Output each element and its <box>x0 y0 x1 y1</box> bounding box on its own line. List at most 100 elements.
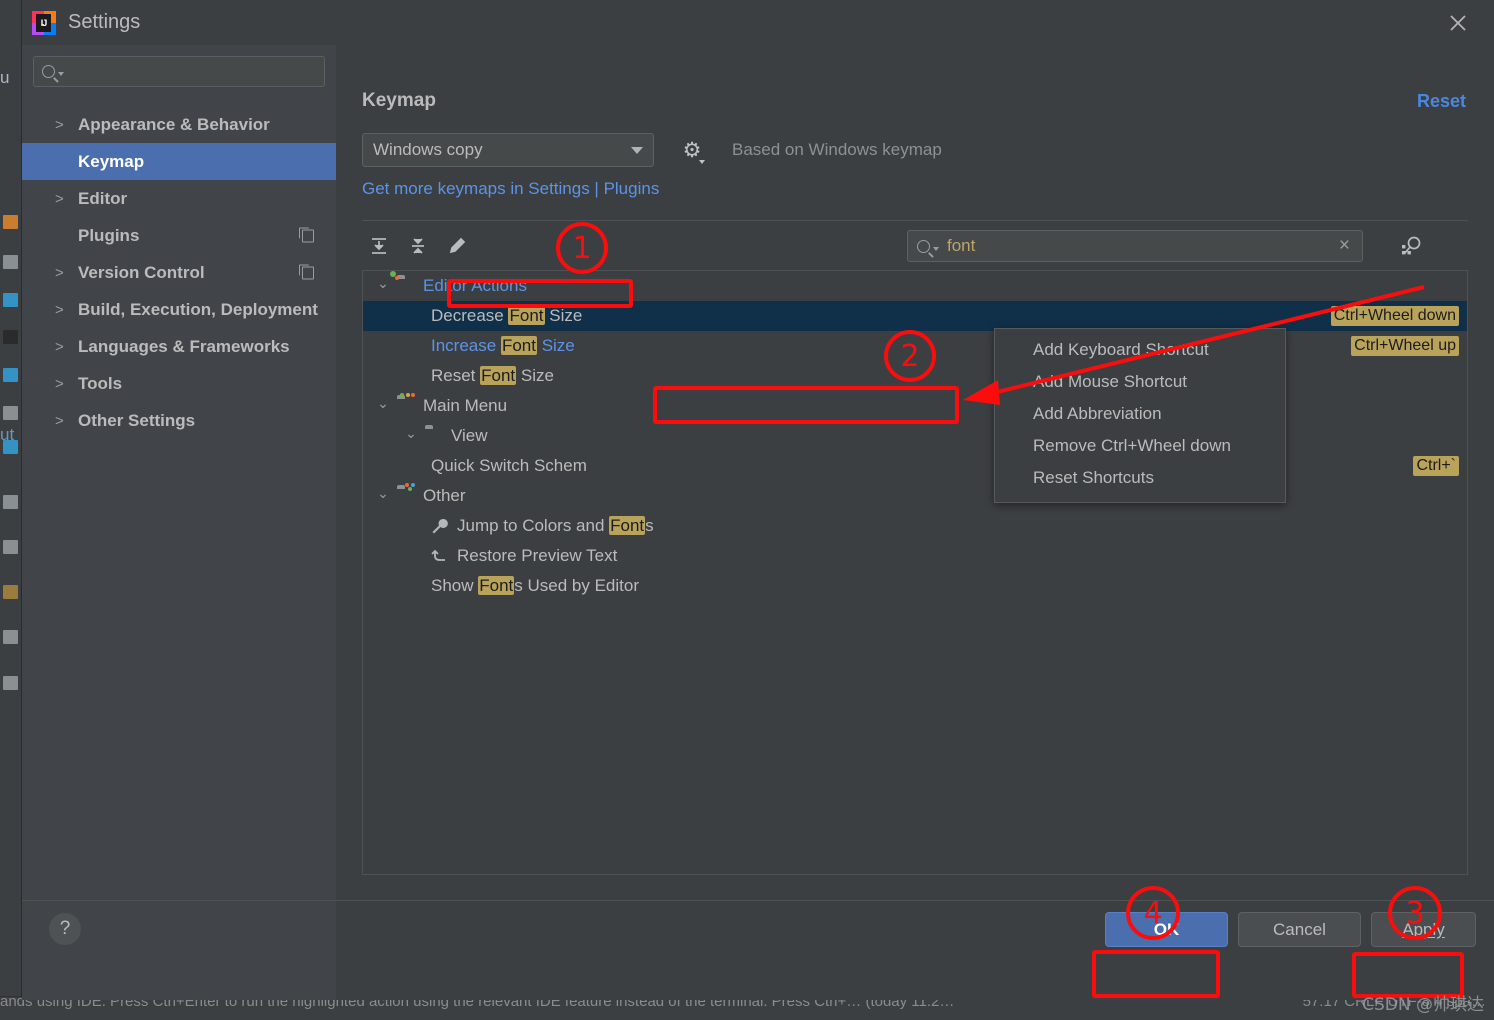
bg-chip <box>3 406 18 420</box>
chevron-down-icon[interactable]: ⌄ <box>375 395 391 412</box>
sidebar-item-label: Version Control <box>78 262 205 282</box>
sidebar-item-label: Tools <box>78 373 123 393</box>
keymap-search-box[interactable]: × <box>907 230 1363 262</box>
sidebar-item-version-control[interactable]: > Version Control <box>22 254 336 291</box>
tree-row[interactable]: Increase Font Size Ctrl+Wheel up <box>363 331 1467 361</box>
apply-label: Apply <box>1402 919 1445 939</box>
sidebar-item-tools[interactable]: > Tools <box>22 365 336 402</box>
sidebar-item-keymap[interactable]: Keymap <box>22 143 336 180</box>
tree-row[interactable]: ⌄ Main Menu <box>363 391 1467 421</box>
tree-row[interactable]: Jump to Colors and Fonts <box>363 511 1467 541</box>
shortcut-badge: Ctrl+Wheel up <box>1351 336 1459 356</box>
help-button[interactable]: ? <box>49 913 81 945</box>
main-menu-icon <box>397 393 416 414</box>
context-menu-item[interactable]: Remove Ctrl+Wheel down <box>995 430 1285 462</box>
chevron-right-icon: > <box>55 190 64 207</box>
bg-chip <box>3 495 18 509</box>
get-more-keymaps-link[interactable]: Get more keymaps in Settings | Plugins <box>362 179 659 199</box>
sidebar-item-label: Other Settings <box>78 410 196 430</box>
tree-row-label: Restore Preview Text <box>457 546 618 565</box>
keymap-settings-panel: Keymap Reset Windows copy ⚙ Based on Win… <box>336 45 1494 1000</box>
context-menu-item[interactable]: Add Keyboard Shortcut <box>995 334 1285 366</box>
background-tool-strip <box>0 0 22 1020</box>
context-menu-item[interactable]: Add Abbreviation <box>995 398 1285 430</box>
cancel-button[interactable]: Cancel <box>1238 912 1361 947</box>
bg-chip <box>3 630 18 644</box>
tree-row[interactable]: Quick Switch Schem Ctrl+` <box>363 451 1467 481</box>
based-on-label: Based on Windows keymap <box>732 140 942 159</box>
editor-actions-icon <box>390 271 416 294</box>
chevron-right-icon: > <box>55 375 64 392</box>
sidebar-item-editor[interactable]: > Editor <box>22 180 336 217</box>
chevron-down-icon[interactable]: ⌄ <box>375 485 391 502</box>
shortcut-badge: Ctrl+` <box>1413 456 1459 476</box>
sidebar-item-appearance-behavior[interactable]: > Appearance & Behavior <box>22 106 336 143</box>
folder-icon <box>425 428 444 444</box>
bg-chip <box>3 368 18 382</box>
edit-pencil-icon[interactable] <box>440 231 474 261</box>
apply-button[interactable]: Apply <box>1371 912 1476 947</box>
page-title: Keymap <box>362 90 436 111</box>
chevron-right-icon: > <box>55 301 64 318</box>
clear-search-icon[interactable]: × <box>1336 235 1353 257</box>
keymap-action-tree[interactable]: ⌄ Editor Actions Decrease Font Size Ctrl+Wh… <box>362 270 1468 875</box>
collapse-all-icon[interactable] <box>401 231 435 261</box>
restore-icon <box>431 548 450 564</box>
bg-chip <box>3 215 18 229</box>
bg-chip <box>3 330 18 344</box>
tree-row-label: Decrease Font Size <box>431 306 583 325</box>
sidebar-item-other-settings[interactable]: > Other Settings <box>22 402 336 439</box>
sidebar-item-label: Plugins <box>78 225 140 245</box>
tree-row-label: Other <box>423 486 466 505</box>
wrench-icon <box>431 518 450 534</box>
find-by-shortcut-icon[interactable] <box>1396 232 1426 260</box>
gear-icon[interactable]: ⚙ <box>680 138 705 164</box>
copy-settings-icon[interactable] <box>299 227 314 242</box>
keymap-dropdown-value: Windows copy <box>373 140 483 159</box>
copy-settings-icon[interactable] <box>299 264 314 279</box>
sidebar-item-list: > Appearance & Behavior Keymap > Editor Plugi… <box>22 96 336 439</box>
chevron-down-icon[interactable]: ⌄ <box>375 275 391 292</box>
chevron-down-icon[interactable]: ⌄ <box>403 425 419 442</box>
tree-row[interactable]: Decrease Font Size Ctrl+Wheel down <box>363 301 1467 331</box>
sidebar-item-label: Editor <box>78 188 128 208</box>
intellij-logo-icon: IJ <box>32 10 56 35</box>
bg-chip <box>3 540 18 554</box>
search-icon <box>42 65 55 78</box>
expand-all-icon[interactable] <box>362 231 396 261</box>
tree-row[interactable]: Reset Font Size <box>363 361 1467 391</box>
sidebar-search-input[interactable] <box>71 63 316 80</box>
tree-row[interactable]: ⌄ Editor Actions <box>363 271 1467 301</box>
tree-row-label: Increase Font Size <box>431 336 575 355</box>
context-menu-item[interactable]: Reset Shortcuts <box>995 462 1285 494</box>
other-icon <box>397 483 416 504</box>
bg-chip <box>3 293 18 307</box>
search-dropdown-icon <box>933 246 939 251</box>
context-menu-item[interactable]: Add Mouse Shortcut <box>995 366 1285 398</box>
keymap-search-input[interactable] <box>947 236 1336 256</box>
tree-row[interactable]: Restore Preview Text <box>363 541 1467 571</box>
sidebar-item-plugins[interactable]: Plugins <box>22 217 336 254</box>
background-text-fragment: ut <box>0 425 15 444</box>
chevron-right-icon: > <box>55 116 64 133</box>
dialog-button-bar: ? OK Cancel Apply <box>22 900 1494 1000</box>
tree-row-label: Jump to Colors and Fonts <box>457 516 654 535</box>
tree-row[interactable]: ⌄ Other <box>363 481 1467 511</box>
shortcut-context-menu[interactable]: Add Keyboard Shortcut Add Mouse Shortcut A… <box>994 328 1286 503</box>
search-icon <box>917 239 930 253</box>
tree-row[interactable]: ⌄ View <box>363 421 1467 451</box>
reset-button[interactable]: Reset <box>1417 91 1466 112</box>
bg-chip <box>3 255 18 269</box>
sidebar-item-build-execution-deployment[interactable]: > Build, Execution, Deployment <box>22 291 336 328</box>
shortcut-badge: Ctrl+Wheel down <box>1330 306 1459 326</box>
tree-row[interactable]: Show Fonts Used by Editor <box>363 571 1467 601</box>
close-icon[interactable] <box>1442 7 1474 39</box>
ok-button[interactable]: OK <box>1105 912 1228 947</box>
keymap-toolbar: × <box>362 220 1468 270</box>
settings-sidebar: > Appearance & Behavior Keymap > Editor Plugi… <box>22 45 336 1000</box>
tree-row-label: View <box>451 426 488 445</box>
sidebar-search-box[interactable] <box>33 56 325 87</box>
keymap-dropdown[interactable]: Windows copy <box>362 133 654 167</box>
sidebar-item-languages-frameworks[interactable]: > Languages & Frameworks <box>22 328 336 365</box>
chevron-right-icon: > <box>55 264 64 281</box>
